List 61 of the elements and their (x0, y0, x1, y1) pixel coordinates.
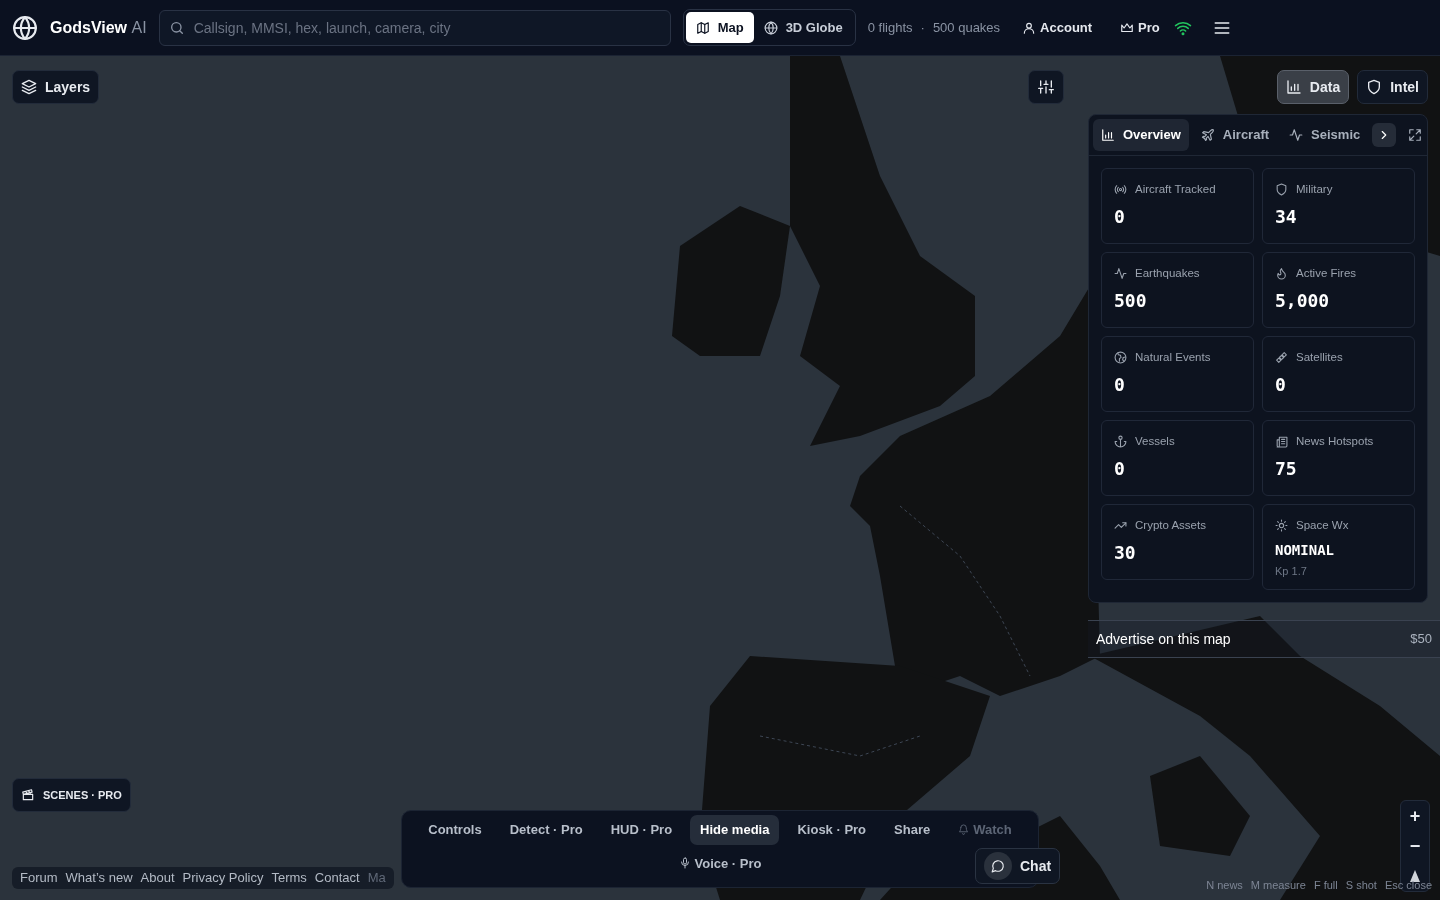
toolbar-button[interactable]: HUD · Pro (600, 815, 683, 845)
panel-tab[interactable]: Intel (1357, 70, 1428, 104)
stat-value: 5,000 (1275, 289, 1331, 312)
stat-label: Military (1296, 181, 1333, 197)
shortcut-hint: S shot (1345, 878, 1377, 893)
voice-button[interactable]: Voice · Pro (668, 848, 772, 878)
stat-label: Earthquakes (1135, 265, 1200, 281)
view-tab[interactable]: Map (685, 11, 754, 44)
stat-value: 34 (1275, 205, 1298, 228)
quake-count: 500 quakes (932, 18, 1001, 37)
stat-value: 30 (1114, 541, 1137, 564)
stat-label: Active Fires (1296, 265, 1357, 281)
stat-value: 75 (1275, 457, 1298, 480)
panel-section-tab[interactable]: Seismic (1281, 119, 1369, 151)
toolbar-button[interactable]: Hide media (690, 815, 780, 845)
stat-label: Satellites (1296, 349, 1343, 365)
stat-label: Crypto Assets (1135, 517, 1206, 533)
stat-value: 500 (1114, 289, 1148, 312)
stat-label: Natural Events (1135, 349, 1211, 365)
ad-text: Advertise on this map (1096, 629, 1231, 649)
separator-dot: · (920, 18, 925, 37)
stat-value: 0 (1114, 457, 1126, 480)
account-link[interactable]: Account (1016, 16, 1099, 39)
stat-note: Kp 1.7 (1275, 563, 1308, 579)
stat-label: Vessels (1135, 433, 1175, 449)
stat-label: News Hotspots (1296, 433, 1374, 449)
search-field[interactable]: Callsign, MMSI, hex, launch, camera, city (158, 9, 671, 46)
flight-count: 0 flights (867, 18, 913, 37)
logo-text: GodsView AI (50, 17, 147, 38)
footer-link[interactable]: About (140, 868, 175, 888)
zoom-out-button[interactable]: − (1401, 831, 1429, 861)
shortcut-hint: Esc close (1384, 878, 1432, 893)
stat-value: 0 (1114, 205, 1126, 228)
toolbar-button[interactable]: Share (884, 815, 941, 845)
footer-link[interactable]: What’s new (65, 868, 133, 888)
stat-value: NOMINAL (1275, 541, 1335, 559)
panel-tab[interactable]: Data (1276, 70, 1350, 104)
shortcut-hint: F full (1313, 878, 1338, 893)
toolbar-button[interactable]: Kiosk · Pro (787, 815, 877, 845)
footer-link[interactable]: Forum (20, 868, 58, 888)
stat-value: 0 (1114, 373, 1126, 396)
footer-link[interactable]: Privacy Policy (182, 868, 264, 888)
pro-link[interactable]: Pro (1114, 16, 1166, 39)
view-tab[interactable]: 3D Globe (753, 11, 853, 44)
layers-button[interactable]: Layers (12, 70, 100, 104)
toolbar-button[interactable]: Controls (418, 815, 492, 845)
chat-button[interactable]: Chat (975, 848, 1061, 884)
panel-section-tab[interactable]: Overview (1093, 119, 1189, 151)
stat-label: Space Wx (1296, 517, 1349, 533)
stat-label: Aircraft Tracked (1135, 181, 1216, 197)
shortcut-hint: M measure (1250, 878, 1306, 893)
toolbar-button[interactable]: Detect · Pro (499, 815, 593, 845)
stat-value: 0 (1275, 373, 1287, 396)
ad-price: $50 (1410, 630, 1432, 649)
panel-section-tab[interactable]: Aircraft (1192, 119, 1278, 151)
ad-banner[interactable]: Advertise on this map $50 (1088, 620, 1440, 658)
footer-link[interactable]: Terms (271, 868, 307, 888)
zoom-in-button[interactable]: + (1401, 801, 1429, 831)
shortcut-hint: N news (1206, 878, 1243, 893)
scenes-button[interactable]: SCENES · PRO (12, 778, 131, 812)
footer-link[interactable]: Contact (314, 868, 360, 888)
